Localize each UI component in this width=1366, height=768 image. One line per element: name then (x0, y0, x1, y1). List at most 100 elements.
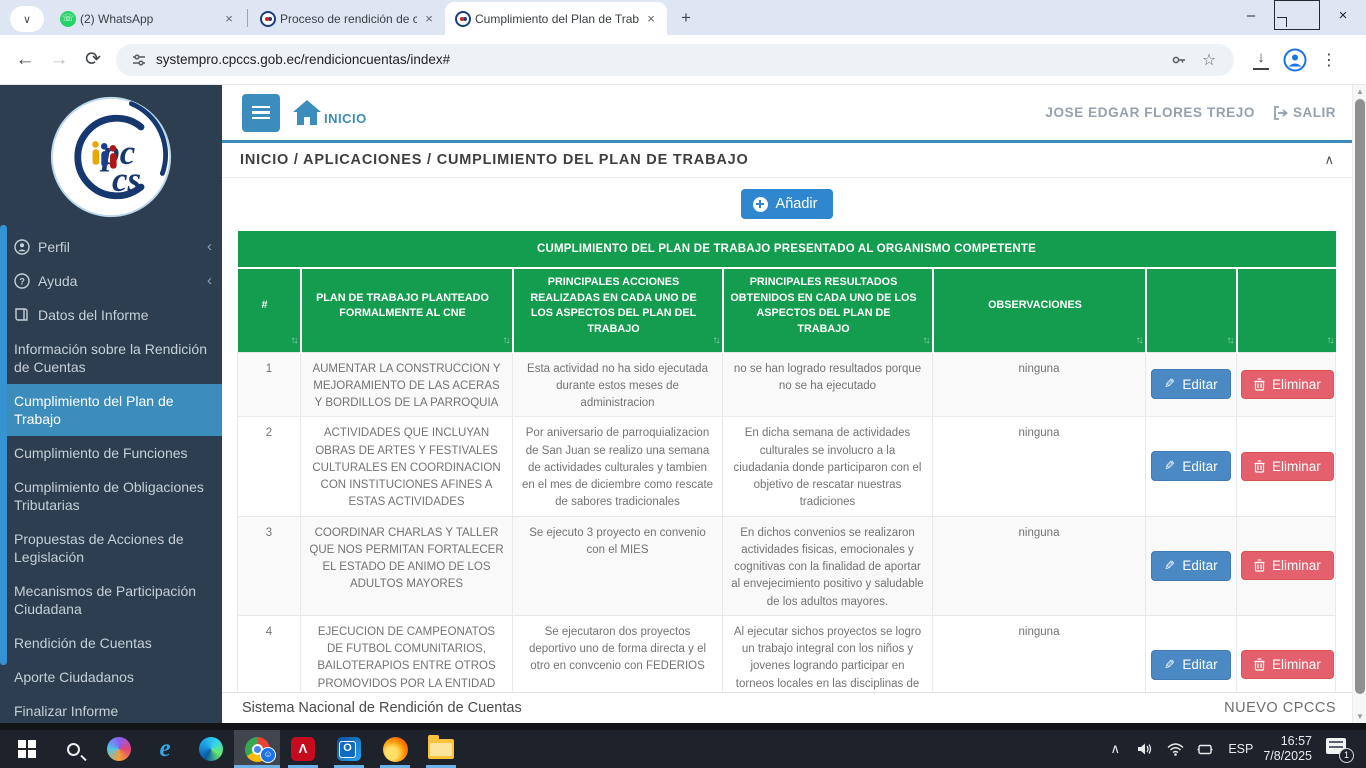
cpccs-favicon-icon (455, 11, 471, 27)
cell-acciones: Se ejecutaron dos proyectos deportivo un… (513, 615, 723, 692)
tray-expand-chevron-icon[interactable]: ∧ (1102, 741, 1128, 757)
scroll-down-arrow[interactable]: ▼ (1353, 710, 1366, 723)
column-header-editar[interactable]: ↑↓ (1146, 268, 1237, 352)
sidebar-item[interactable]: Perfil ‹ (0, 230, 222, 264)
logout-button[interactable]: SALIR (1273, 105, 1336, 120)
edit-label: Editar (1182, 459, 1217, 474)
back-button[interactable]: ← (8, 43, 42, 77)
taskbar-search-button[interactable] (50, 730, 96, 768)
bookmark-star-icon[interactable]: ☆ (1194, 50, 1224, 70)
taskbar-firefox-button[interactable] (372, 730, 418, 768)
page-scrollbar[interactable]: ▲ ▼ (1352, 85, 1366, 723)
home-link[interactable]: INICIO (292, 99, 367, 126)
taskbar-outlook-button[interactable] (326, 730, 372, 768)
delete-button[interactable]: Eliminar (1241, 370, 1334, 399)
delete-button[interactable]: Eliminar (1241, 650, 1334, 679)
scroll-up-arrow[interactable]: ▲ (1353, 85, 1366, 98)
language-indicator[interactable]: ESP (1228, 742, 1253, 756)
collapse-chevron-icon[interactable]: ∧ (1324, 152, 1334, 168)
column-header-plan[interactable]: PLAN DE TRABAJO PLANTEADO FORMALMENTE AL… (301, 268, 513, 352)
tab-label: (2) WhatsApp (80, 12, 217, 26)
notification-badge: 1 (1339, 748, 1354, 763)
taskbar-chrome-button[interactable]: ☺ (234, 730, 280, 768)
outlook-icon (337, 737, 361, 761)
column-header-eliminar[interactable]: ↑↓ (1237, 268, 1336, 352)
restore-button[interactable] (1274, 0, 1320, 30)
reload-button[interactable]: ⟳ (76, 43, 110, 77)
wifi-icon[interactable] (1162, 743, 1188, 756)
taskbar-acrobat-button[interactable]: Λ (280, 730, 326, 768)
sidebar-item[interactable]: Cumplimiento de Obligaciones Tributarias (0, 470, 222, 522)
column-header-observaciones[interactable]: OBSERVACIONES↑↓ (933, 268, 1146, 352)
sort-icon[interactable]: ↑↓ (1136, 334, 1142, 349)
taskbar: e ☺ Λ ∧ ESP 16:57 7/8/2025 (0, 730, 1366, 768)
start-button[interactable] (4, 730, 50, 768)
new-tab-button[interactable]: + (673, 5, 699, 31)
taskbar-ie-button[interactable]: e (142, 730, 188, 768)
cell-observaciones: ninguna (933, 615, 1146, 692)
edit-button[interactable]: ✎ Editar (1151, 650, 1230, 680)
footer-brand: NUEVO CPCCS (1224, 700, 1336, 716)
taskbar-edge-button[interactable] (188, 730, 234, 768)
close-button[interactable]: × (1320, 0, 1366, 30)
add-button[interactable]: Añadir (741, 189, 834, 219)
sidebar-item[interactable]: Información sobre la Rendición de Cuenta… (0, 332, 222, 384)
taskbar-explorer-button[interactable] (418, 730, 464, 768)
breadcrumb: INICIO / APLICACIONES / CUMPLIMIENTO DEL… (240, 152, 749, 168)
edit-button[interactable]: ✎ Editar (1151, 451, 1230, 481)
sort-icon[interactable]: ↑↓ (291, 334, 297, 349)
delete-button[interactable]: Eliminar (1241, 551, 1334, 580)
plan-trabajo-table: CUMPLIMIENTO DEL PLAN DE TRABAJO PRESENT… (237, 231, 1336, 692)
edit-button[interactable]: ✎ Editar (1151, 369, 1230, 399)
tab-close-icon[interactable]: × (421, 11, 437, 27)
download-icon: ↓ (1253, 52, 1269, 68)
edit-button[interactable]: ✎ Editar (1151, 551, 1230, 581)
sidebar-item[interactable]: Aporte Ciudadanos (0, 660, 222, 694)
tab-search-button[interactable]: ∨ (10, 6, 44, 32)
tab-whatsapp[interactable]: ☏ (2) WhatsApp × (50, 2, 245, 35)
sort-icon[interactable]: ↑↓ (713, 334, 719, 349)
downloads-button[interactable]: ↓ (1244, 52, 1278, 68)
menu-button[interactable]: ⋮ (1312, 50, 1346, 70)
profile-button[interactable] (1278, 48, 1312, 72)
url-text[interactable]: systempro.cpccs.gob.ec/rendicioncuentas/… (156, 52, 1164, 67)
sort-icon[interactable]: ↑↓ (503, 334, 509, 349)
forward-button[interactable]: → (42, 43, 76, 77)
sort-icon[interactable]: ↑↓ (1327, 334, 1333, 349)
delete-button[interactable]: Eliminar (1241, 452, 1334, 481)
display-connect-icon[interactable] (1192, 743, 1218, 756)
taskbar-copilot-button[interactable] (96, 730, 142, 768)
sort-icon[interactable]: ↑↓ (923, 334, 929, 349)
volume-icon[interactable] (1132, 742, 1158, 756)
tab-proceso-rendicion[interactable]: Proceso de rendición de cuenta × (250, 2, 445, 35)
site-settings-icon[interactable] (132, 53, 146, 67)
tab-cumplimiento-plan[interactable]: Cumplimiento del Plan de Traba × (445, 2, 667, 35)
sidebar-scrollbar-thumb[interactable] (0, 225, 7, 665)
column-header-resultados[interactable]: PRINCIPALES RESULTADOS OBTENIDOS EN CADA… (723, 268, 933, 352)
sidebar-item[interactable]: Cumplimiento del Plan de Trabajo (0, 384, 222, 436)
pencil-icon: ✎ (1164, 657, 1175, 673)
notification-center-button[interactable]: 1 (1326, 738, 1352, 760)
sidebar-item[interactable]: ? Ayuda ‹ (0, 264, 222, 298)
sidebar-item[interactable]: Propuestas de Acciones de Legislación (0, 522, 222, 574)
cell-acciones: Por aniversario de parroquializacion de … (513, 417, 723, 516)
column-header-acciones[interactable]: PRINCIPALES ACCIONES REALIZADAS EN CADA … (513, 268, 723, 352)
pencil-icon: ✎ (1164, 458, 1175, 474)
sidebar-item[interactable]: Mecanismos de Participación Ciudadana (0, 574, 222, 626)
tab-close-icon[interactable]: × (643, 11, 659, 27)
search-icon (67, 743, 80, 756)
sidebar-item[interactable]: Datos del Informe (0, 298, 222, 332)
sidebar-item-label: Propuestas de Acciones de Legislación (14, 530, 212, 566)
address-bar[interactable]: systempro.cpccs.gob.ec/rendicioncuentas/… (116, 44, 1234, 76)
password-key-icon[interactable] (1164, 52, 1194, 68)
sidebar-item[interactable]: Rendición de Cuentas (0, 626, 222, 660)
delete-label: Eliminar (1272, 459, 1321, 474)
hamburger-menu-button[interactable] (242, 94, 280, 132)
minimize-button[interactable]: – (1228, 0, 1274, 30)
scrollbar-thumb[interactable] (1355, 99, 1365, 694)
column-header-num[interactable]: #↑↓ (238, 268, 301, 352)
taskbar-clock[interactable]: 16:57 7/8/2025 (1263, 734, 1312, 764)
sort-icon[interactable]: ↑↓ (1227, 334, 1233, 349)
sidebar-item[interactable]: Cumplimiento de Funciones (0, 436, 222, 470)
tab-close-icon[interactable]: × (221, 11, 237, 27)
